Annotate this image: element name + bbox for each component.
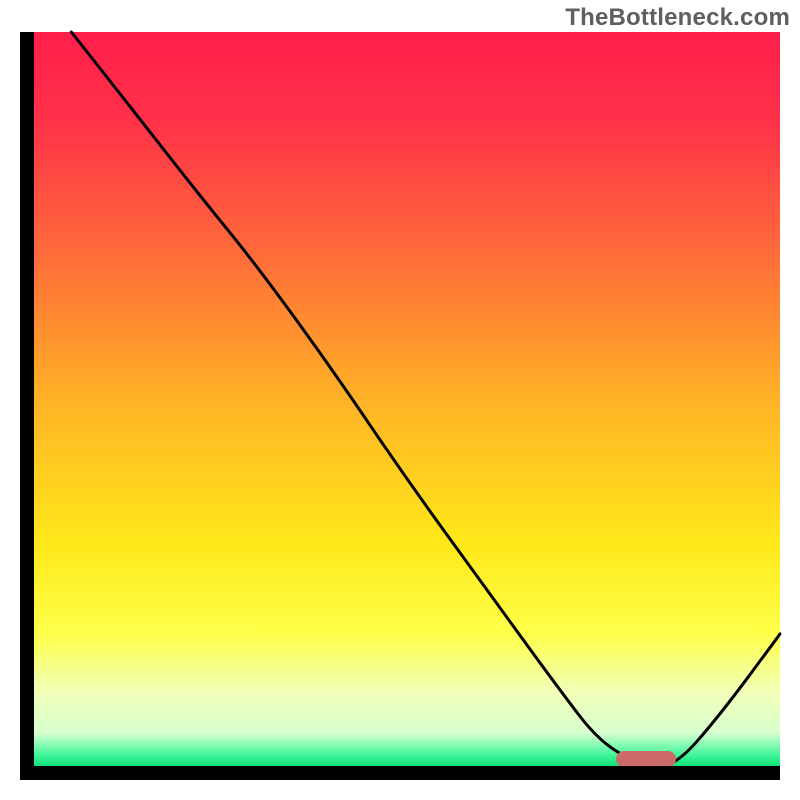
y-axis <box>20 32 34 780</box>
watermark-text: TheBottleneck.com <box>565 4 790 32</box>
bottleneck-curve <box>20 32 780 780</box>
optimal-range-marker <box>616 751 676 767</box>
plot-area <box>20 32 780 780</box>
x-axis <box>20 766 780 780</box>
chart-root: TheBottleneck.com <box>0 0 800 800</box>
